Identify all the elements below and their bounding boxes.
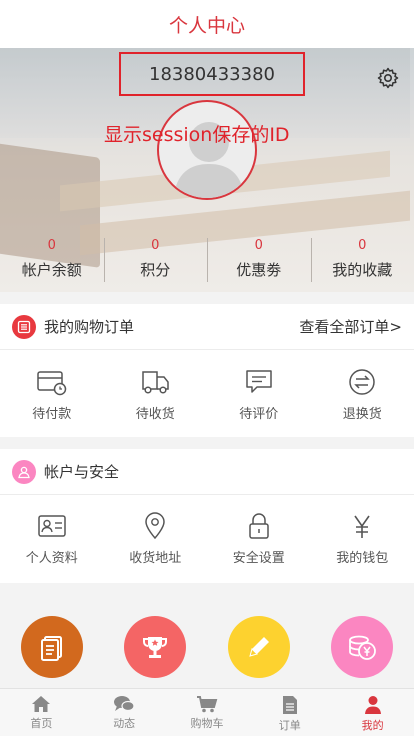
order-status-label: 待付款 [32, 407, 72, 422]
orders-card: 我的购物订单 查看全部订单> 待付款 待收货 待评价 退换货 [0, 304, 414, 437]
title-bar: 个人中心 [0, 0, 414, 48]
stat-value: 0 [151, 238, 160, 253]
account-item-label: 安全设置 [232, 551, 285, 566]
tab-label: 首页 [30, 717, 53, 730]
pencil-icon [249, 637, 269, 657]
order-pending-receipt[interactable]: 待收货 [104, 350, 208, 437]
account-title: 帐户与安全 [44, 463, 120, 481]
shortcut-document[interactable] [20, 616, 83, 678]
shortcut-row [0, 616, 414, 686]
bottom-tab-bar: 首页 动态 购物车 订单 我的 [0, 688, 414, 736]
shortcut-cell [104, 616, 208, 686]
shortcut-cell [207, 616, 311, 686]
avatar[interactable] [157, 100, 257, 200]
chat-icon [114, 696, 135, 712]
account-header: 帐户与安全 [0, 449, 414, 495]
order-status-grid: 待付款 待收货 待评价 退换货 [0, 350, 414, 437]
stat-favorites[interactable]: 0 我的收藏 [310, 232, 414, 288]
tab-feed[interactable]: 动态 [83, 689, 166, 736]
wallet-clock-icon [37, 371, 66, 396]
stat-label: 积分 [140, 261, 171, 279]
stat-value: 0 [254, 238, 263, 253]
profile-page: 个人中心 18380433380 显示session保存的ID 0 帐户余额 0… [0, 0, 414, 736]
stat-value: 0 [358, 238, 367, 253]
user-id-box: 18380433380 [119, 52, 305, 96]
tab-label: 购物车 [190, 717, 224, 730]
tab-label: 动态 [113, 717, 136, 730]
id-card-icon [38, 515, 66, 537]
gear-icon[interactable] [376, 66, 400, 90]
account-card: 帐户与安全 个人资料 收货地址 安全设置 我的钱包 [0, 449, 414, 583]
order-pending-payment[interactable]: 待付款 [0, 350, 104, 437]
exchange-icon [349, 369, 375, 395]
account-address[interactable]: 收货地址 [104, 495, 208, 583]
account-profile[interactable]: 个人资料 [0, 495, 104, 583]
account-item-label: 个人资料 [25, 551, 78, 566]
tab-label: 我的 [361, 719, 384, 732]
trophy-icon [143, 637, 168, 658]
order-icon [282, 696, 297, 714]
shortcut-pencil[interactable] [227, 616, 290, 678]
document-icon [40, 636, 62, 661]
profile-hero: 18380433380 显示session保存的ID 0 帐户余额 0 积分 0 [0, 48, 414, 292]
stats-row: 0 帐户余额 0 积分 0 优惠劵 0 我的收藏 [0, 232, 414, 288]
annotation-text: 显示session保存的ID [104, 124, 290, 146]
tab-me[interactable]: 我的 [331, 689, 414, 736]
truck-icon [142, 371, 169, 394]
tab-home[interactable]: 首页 [0, 689, 83, 736]
stat-label: 优惠劵 [236, 261, 282, 279]
shortcut-cell [0, 616, 104, 686]
order-pending-review[interactable]: 待评价 [207, 350, 311, 437]
stat-balance[interactable]: 0 帐户余额 [0, 232, 104, 288]
list-icon [12, 314, 36, 339]
order-status-label: 退换货 [342, 407, 382, 422]
account-grid: 个人资料 收货地址 安全设置 我的钱包 [0, 495, 414, 583]
orders-title: 我的购物订单 [44, 318, 135, 336]
user-id: 18380433380 [149, 63, 275, 85]
stat-points[interactable]: 0 积分 [103, 232, 208, 288]
shortcut-trophy[interactable] [124, 616, 187, 678]
yen-icon [354, 515, 370, 538]
home-icon [32, 696, 51, 712]
coins-icon [349, 635, 377, 660]
view-all-orders-link[interactable]: 查看全部订单> [299, 316, 402, 337]
stat-coupons[interactable]: 0 优惠劵 [207, 232, 311, 288]
order-status-label: 待评价 [239, 407, 279, 422]
user-silhouette-icon [173, 122, 245, 198]
shortcut-coins[interactable] [331, 616, 394, 678]
tab-orders[interactable]: 订单 [248, 689, 331, 736]
cart-icon [196, 696, 218, 713]
stat-value: 0 [47, 238, 56, 253]
user-icon [364, 696, 381, 714]
shortcut-cell [311, 616, 414, 686]
order-status-label: 待收货 [135, 407, 175, 422]
account-security[interactable]: 安全设置 [207, 495, 311, 583]
lock-icon [249, 513, 269, 539]
tab-label: 订单 [278, 719, 301, 732]
tab-cart[interactable]: 购物车 [166, 689, 249, 736]
account-item-label: 收货地址 [129, 551, 182, 566]
orders-header[interactable]: 我的购物订单 查看全部订单> [0, 304, 414, 350]
stat-label: 我的收藏 [332, 261, 393, 279]
stat-label: 帐户余额 [21, 261, 82, 279]
order-returns[interactable]: 退换货 [311, 350, 414, 437]
page-title: 个人中心 [168, 14, 245, 37]
account-item-label: 我的钱包 [336, 551, 389, 566]
comment-icon [246, 370, 272, 393]
user-outline-icon [12, 459, 36, 484]
account-wallet[interactable]: 我的钱包 [311, 495, 414, 583]
location-pin-icon [145, 512, 166, 540]
